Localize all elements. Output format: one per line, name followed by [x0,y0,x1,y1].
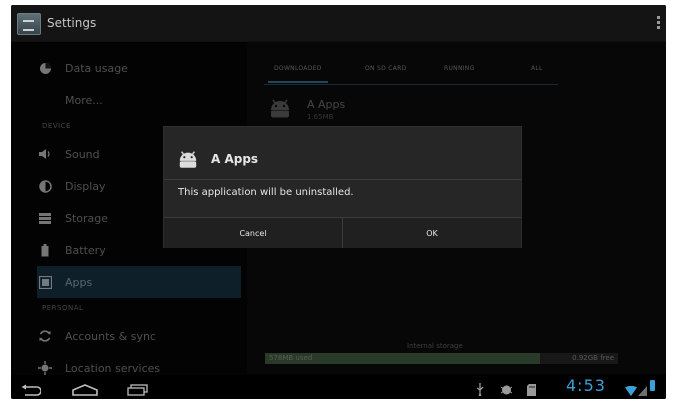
dialog-button-bar: Cancel OK [164,217,521,248]
tablet-screen: Settings Data usage More... DEVICE Sound… [11,5,666,399]
android-debug-icon[interactable] [500,381,513,395]
dialog-title: A Apps [211,152,259,166]
dialog-message: This application will be uninstalled. [178,187,354,198]
battery-status-icon[interactable] [650,380,655,391]
cancel-button[interactable]: Cancel [164,218,343,248]
overflow-menu-icon[interactable] [657,16,660,30]
back-icon[interactable] [21,381,42,396]
action-bar: Settings [11,5,666,42]
sd-card-icon[interactable] [527,381,537,396]
signal-icon[interactable] [638,381,647,396]
usb-icon[interactable] [475,381,485,397]
uninstall-dialog: A Apps This application will be uninstal… [163,126,522,248]
settings-app-icon[interactable] [17,13,41,35]
ok-button[interactable]: OK [343,218,521,248]
app-title: Settings [47,16,97,30]
wifi-icon[interactable] [625,381,637,396]
system-navigation-bar: 4:53 [11,375,666,399]
home-icon[interactable] [71,381,99,396]
clock[interactable]: 4:53 [566,376,606,395]
recent-apps-icon[interactable] [127,381,149,396]
dialog-divider [164,179,521,180]
notification-icons [475,379,553,397]
android-app-icon [176,148,200,170]
